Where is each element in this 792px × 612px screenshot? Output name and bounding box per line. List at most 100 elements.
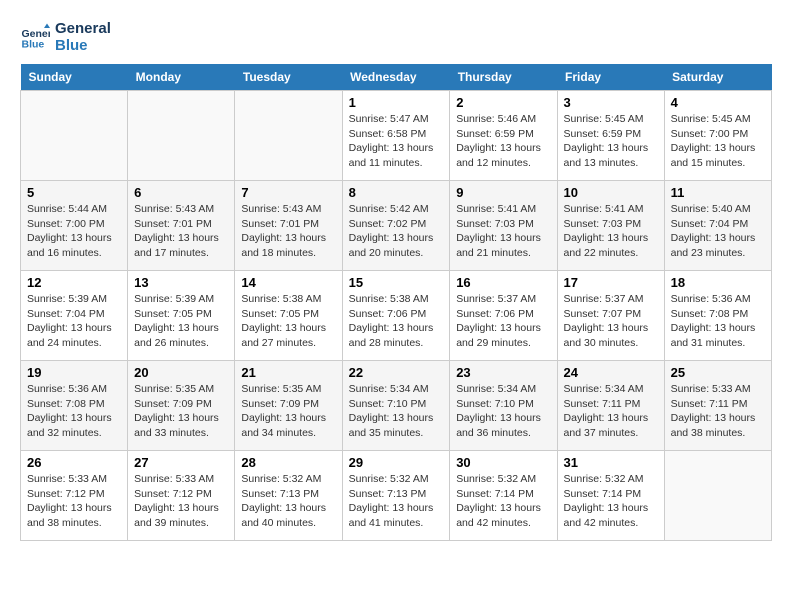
calendar-cell <box>664 451 771 541</box>
calendar-cell: 25Sunrise: 5:33 AMSunset: 7:11 PMDayligh… <box>664 361 771 451</box>
calendar-cell: 24 Sunrise: 5:34 AMSunset: 7:11 PMDayligh… <box>557 361 664 451</box>
day-number: 22 <box>349 365 444 380</box>
day-info: Sunrise: 5:34 AMSunset: 7:10 PMDaylight:… <box>456 382 550 441</box>
day-info: Sunrise: 5:44 AMSunset: 7:00 PMDaylight:… <box>27 202 121 261</box>
calendar-cell: 28 Sunrise: 5:32 AMSunset: 7:13 PMDayligh… <box>235 451 342 541</box>
calendar-table: SundayMondayTuesdayWednesdayThursdayFrid… <box>20 64 772 541</box>
calendar-cell: 21 Sunrise: 5:35 AMSunset: 7:09 PMDayligh… <box>235 361 342 451</box>
calendar-cell: 11 Sunrise: 5:40 AMSunset: 7:04 PMDayligh… <box>664 181 771 271</box>
calendar-header-row: SundayMondayTuesdayWednesdayThursdayFrid… <box>21 64 772 91</box>
day-number: 30 <box>456 455 550 470</box>
day-number: 31 <box>564 455 658 470</box>
day-number: 19 <box>27 365 121 380</box>
calendar-cell: 29 Sunrise: 5:32 AMSunset: 7:13 PMDayligh… <box>342 451 450 541</box>
calendar-cell: 1 Sunrise: 5:47 AMSunset: 6:58 PMDaylight… <box>342 91 450 181</box>
calendar-cell: 14 Sunrise: 5:38 AMSunset: 7:05 PMDayligh… <box>235 271 342 361</box>
calendar-cell <box>21 91 128 181</box>
day-number: 28 <box>241 455 335 470</box>
day-number: 18 <box>671 275 765 290</box>
logo-blue: Blue <box>55 37 111 54</box>
calendar-week-row: 26 Sunrise: 5:33 AMSunset: 7:12 PMDayligh… <box>21 451 772 541</box>
day-number: 29 <box>349 455 444 470</box>
day-number: 3 <box>564 95 658 110</box>
calendar-cell: 10 Sunrise: 5:41 AMSunset: 7:03 PMDayligh… <box>557 181 664 271</box>
day-info: Sunrise: 5:37 AMSunset: 7:06 PMDaylight:… <box>456 292 550 351</box>
column-header-monday: Monday <box>128 64 235 91</box>
column-header-saturday: Saturday <box>664 64 771 91</box>
day-info: Sunrise: 5:36 AMSunset: 7:08 PMDaylight:… <box>671 292 765 351</box>
day-info: Sunrise: 5:41 AMSunset: 7:03 PMDaylight:… <box>564 202 658 261</box>
day-info: Sunrise: 5:40 AMSunset: 7:04 PMDaylight:… <box>671 202 765 261</box>
day-info: Sunrise: 5:32 AMSunset: 7:13 PMDaylight:… <box>241 472 335 531</box>
calendar-cell: 2Sunrise: 5:46 AMSunset: 6:59 PMDaylight… <box>450 91 557 181</box>
day-number: 7 <box>241 185 335 200</box>
day-number: 15 <box>349 275 444 290</box>
logo-general: General <box>55 20 111 37</box>
calendar-cell: 12Sunrise: 5:39 AMSunset: 7:04 PMDayligh… <box>21 271 128 361</box>
calendar-cell: 18 Sunrise: 5:36 AMSunset: 7:08 PMDayligh… <box>664 271 771 361</box>
column-header-tuesday: Tuesday <box>235 64 342 91</box>
calendar-cell: 16Sunrise: 5:37 AMSunset: 7:06 PMDayligh… <box>450 271 557 361</box>
day-number: 4 <box>671 95 765 110</box>
day-info: Sunrise: 5:45 AMSunset: 6:59 PMDaylight:… <box>564 112 658 171</box>
day-info: Sunrise: 5:42 AMSunset: 7:02 PMDaylight:… <box>349 202 444 261</box>
column-header-sunday: Sunday <box>21 64 128 91</box>
day-info: Sunrise: 5:36 AMSunset: 7:08 PMDaylight:… <box>27 382 121 441</box>
day-info: Sunrise: 5:43 AMSunset: 7:01 PMDaylight:… <box>241 202 335 261</box>
day-info: Sunrise: 5:38 AMSunset: 7:05 PMDaylight:… <box>241 292 335 351</box>
day-info: Sunrise: 5:47 AMSunset: 6:58 PMDaylight:… <box>349 112 444 171</box>
day-number: 11 <box>671 185 765 200</box>
day-number: 24 <box>564 365 658 380</box>
calendar-cell: 27 Sunrise: 5:33 AMSunset: 7:12 PMDayligh… <box>128 451 235 541</box>
logo-icon: General Blue <box>20 22 50 52</box>
day-info: Sunrise: 5:34 AMSunset: 7:11 PMDaylight:… <box>564 382 658 441</box>
day-info: Sunrise: 5:45 AMSunset: 7:00 PMDaylight:… <box>671 112 765 171</box>
calendar-cell: 31Sunrise: 5:32 AMSunset: 7:14 PMDayligh… <box>557 451 664 541</box>
day-info: Sunrise: 5:32 AMSunset: 7:14 PMDaylight:… <box>456 472 550 531</box>
day-number: 13 <box>134 275 228 290</box>
calendar-cell: 4 Sunrise: 5:45 AMSunset: 7:00 PMDaylight… <box>664 91 771 181</box>
column-header-friday: Friday <box>557 64 664 91</box>
calendar-cell: 17 Sunrise: 5:37 AMSunset: 7:07 PMDayligh… <box>557 271 664 361</box>
day-info: Sunrise: 5:33 AMSunset: 7:12 PMDaylight:… <box>134 472 228 531</box>
day-number: 9 <box>456 185 550 200</box>
day-number: 27 <box>134 455 228 470</box>
column-header-wednesday: Wednesday <box>342 64 450 91</box>
day-number: 20 <box>134 365 228 380</box>
calendar-week-row: 19 Sunrise: 5:36 AMSunset: 7:08 PMDayligh… <box>21 361 772 451</box>
calendar-cell: 9 Sunrise: 5:41 AMSunset: 7:03 PMDaylight… <box>450 181 557 271</box>
day-number: 25 <box>671 365 765 380</box>
day-info: Sunrise: 5:32 AMSunset: 7:13 PMDaylight:… <box>349 472 444 531</box>
day-info: Sunrise: 5:38 AMSunset: 7:06 PMDaylight:… <box>349 292 444 351</box>
day-info: Sunrise: 5:35 AMSunset: 7:09 PMDaylight:… <box>134 382 228 441</box>
day-info: Sunrise: 5:41 AMSunset: 7:03 PMDaylight:… <box>456 202 550 261</box>
calendar-cell: 22 Sunrise: 5:34 AMSunset: 7:10 PMDayligh… <box>342 361 450 451</box>
day-info: Sunrise: 5:34 AMSunset: 7:10 PMDaylight:… <box>349 382 444 441</box>
day-info: Sunrise: 5:37 AMSunset: 7:07 PMDaylight:… <box>564 292 658 351</box>
calendar-cell: 23 Sunrise: 5:34 AMSunset: 7:10 PMDayligh… <box>450 361 557 451</box>
calendar-week-row: 12Sunrise: 5:39 AMSunset: 7:04 PMDayligh… <box>21 271 772 361</box>
column-header-thursday: Thursday <box>450 64 557 91</box>
day-number: 23 <box>456 365 550 380</box>
day-info: Sunrise: 5:39 AMSunset: 7:04 PMDaylight:… <box>27 292 121 351</box>
day-number: 1 <box>349 95 444 110</box>
day-number: 17 <box>564 275 658 290</box>
day-info: Sunrise: 5:35 AMSunset: 7:09 PMDaylight:… <box>241 382 335 441</box>
calendar-cell: 5Sunrise: 5:44 AMSunset: 7:00 PMDaylight… <box>21 181 128 271</box>
day-number: 21 <box>241 365 335 380</box>
calendar-cell: 30 Sunrise: 5:32 AMSunset: 7:14 PMDayligh… <box>450 451 557 541</box>
calendar-cell: 7 Sunrise: 5:43 AMSunset: 7:01 PMDaylight… <box>235 181 342 271</box>
day-info: Sunrise: 5:46 AMSunset: 6:59 PMDaylight:… <box>456 112 550 171</box>
day-number: 26 <box>27 455 121 470</box>
day-number: 10 <box>564 185 658 200</box>
calendar-week-row: 1 Sunrise: 5:47 AMSunset: 6:58 PMDaylight… <box>21 91 772 181</box>
calendar-cell: 20 Sunrise: 5:35 AMSunset: 7:09 PMDayligh… <box>128 361 235 451</box>
calendar-cell: 13Sunrise: 5:39 AMSunset: 7:05 PMDayligh… <box>128 271 235 361</box>
svg-text:Blue: Blue <box>22 39 45 51</box>
calendar-cell: 19 Sunrise: 5:36 AMSunset: 7:08 PMDayligh… <box>21 361 128 451</box>
calendar-cell <box>128 91 235 181</box>
day-number: 14 <box>241 275 335 290</box>
day-info: Sunrise: 5:33 AMSunset: 7:12 PMDaylight:… <box>27 472 121 531</box>
calendar-cell: 3 Sunrise: 5:45 AMSunset: 6:59 PMDaylight… <box>557 91 664 181</box>
day-info: Sunrise: 5:43 AMSunset: 7:01 PMDaylight:… <box>134 202 228 261</box>
